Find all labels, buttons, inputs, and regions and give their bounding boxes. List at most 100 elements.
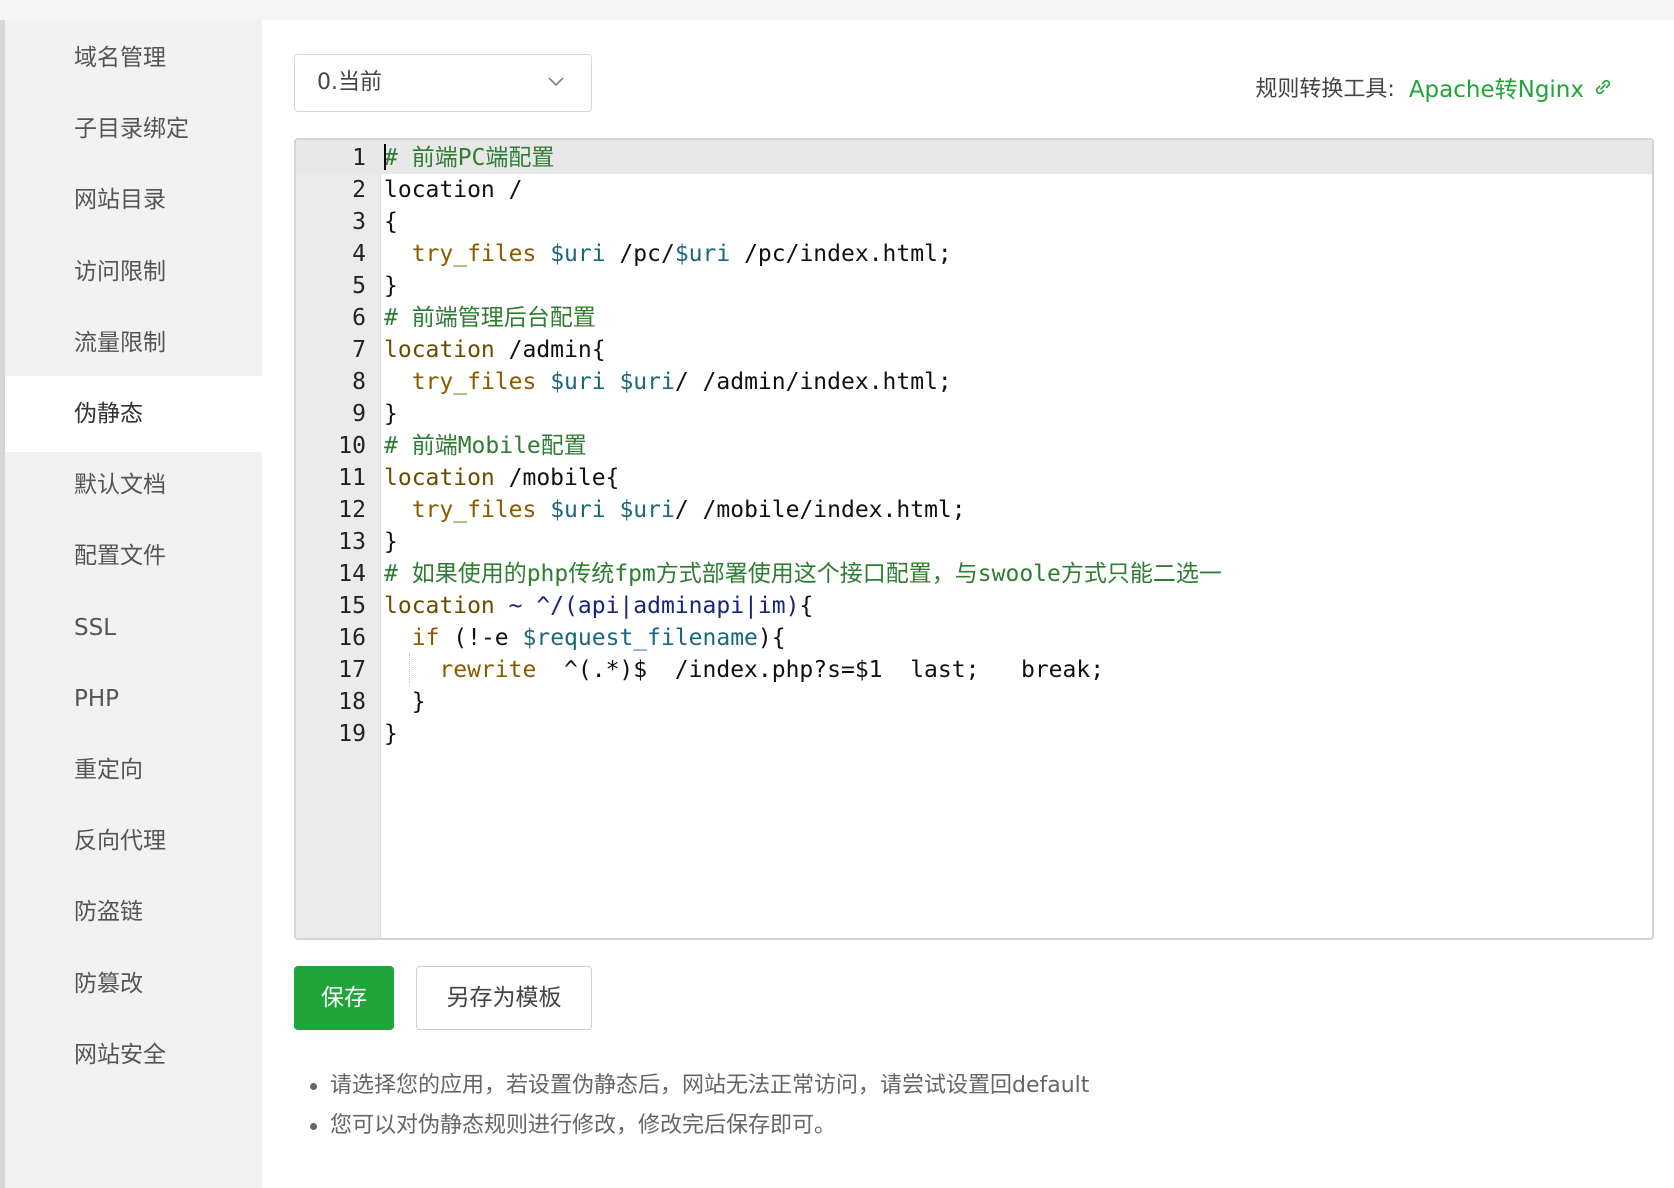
- line-number: 19: [338, 721, 366, 747]
- code-text: # 前端PC端配置: [384, 142, 554, 174]
- code-text: rewrite ^(.*)$ /index.php?s=$1 last; bre…: [384, 654, 1104, 686]
- code-line: 7 location /admin{: [296, 334, 1652, 366]
- sidebar-item[interactable]: 重定向: [5, 732, 262, 808]
- code-token: try_files: [411, 241, 537, 267]
- rewrite-template-select-value: 0.当前: [317, 70, 382, 95]
- sidebar-item[interactable]: SSL: [5, 590, 262, 666]
- line-number: 15: [338, 593, 366, 619]
- line-number: 11: [338, 465, 366, 491]
- code-token: }: [384, 529, 398, 555]
- code-line: 8 try_files $uri $uri/ /admin/index.html…: [296, 366, 1652, 398]
- rewrite-panel: 0.当前 规则转换工具: Apache转Nginx 1 # 前端PC端配置 2 loc…: [262, 20, 1674, 1188]
- code-line: 18 }: [296, 686, 1652, 718]
- rule-converter: 规则转换工具: Apache转Nginx: [1255, 70, 1614, 104]
- code-token: {: [799, 593, 814, 619]
- sidebar-item[interactable]: 流量限制: [5, 305, 262, 381]
- sidebar-item-label: 网站目录: [74, 187, 166, 214]
- code-line: 11 location /mobile{: [296, 462, 1652, 494]
- code-token: # 前端PC端配置: [384, 145, 555, 171]
- code-token: # 前端Mobile配置: [384, 433, 587, 459]
- code-line: 13}: [296, 526, 1652, 558]
- sidebar-item[interactable]: 伪静态: [5, 376, 262, 452]
- rewrite-template-select[interactable]: 0.当前: [294, 54, 592, 112]
- sidebar-item[interactable]: 域名管理: [5, 20, 262, 96]
- sidebar-item[interactable]: 网站安全: [5, 1017, 262, 1093]
- code-line: 3{: [296, 206, 1652, 238]
- code-token: $uri: [674, 241, 731, 267]
- code-lines: 1 # 前端PC端配置 2 location /3{4 try_files $uri …: [296, 140, 1652, 750]
- code-token: }: [384, 721, 398, 747]
- line-number: 10: [338, 433, 366, 459]
- rewrite-rule-editor[interactable]: 1 # 前端PC端配置 2 location /3{4 try_files $uri …: [294, 138, 1654, 940]
- line-number: 3: [352, 209, 366, 235]
- line-number: 18: [338, 689, 366, 715]
- sidebar-item-label: 配置文件: [74, 543, 166, 570]
- code-token: /pc/: [605, 241, 675, 267]
- code-text: }: [384, 398, 398, 430]
- code-token: / /admin/index.html;: [674, 369, 952, 395]
- line-number: 13: [338, 529, 366, 555]
- sidebar-item-label: 域名管理: [74, 45, 166, 71]
- chevron-down-icon: [548, 77, 564, 87]
- code-line: 2 location /: [296, 174, 1652, 206]
- line-number: 14: [338, 561, 366, 587]
- link-icon[interactable]: [1592, 76, 1614, 98]
- sidebar-item[interactable]: 网站目录: [5, 162, 262, 238]
- code-line: 1 # 前端PC端配置: [296, 142, 1652, 174]
- top-bar: [0, 0, 1674, 21]
- line-number: 1: [352, 145, 366, 171]
- code-line: 14 # 如果使用的php传统fpm方式部署使用这个接口配置，与swoole方式只…: [296, 558, 1652, 590]
- line-number: 12: [338, 497, 366, 523]
- code-text: {: [384, 206, 398, 238]
- code-token: try_files: [411, 497, 537, 523]
- sidebar-item[interactable]: 防盗链: [5, 874, 262, 950]
- sidebar-item[interactable]: PHP: [5, 661, 262, 737]
- line-number: 4: [352, 241, 366, 267]
- code-token: /admin{: [494, 337, 606, 363]
- sidebar-item[interactable]: 子目录绑定: [5, 91, 262, 167]
- sidebar-item-label: 防盗链: [74, 899, 143, 926]
- sidebar-item[interactable]: 反向代理: [5, 803, 262, 879]
- code-line: 15 location ~ ^/(api|adminapi|im){: [296, 590, 1652, 622]
- code-token: location: [384, 337, 495, 363]
- code-line: 17 rewrite ^(.*)$ /index.php?s=$1 last; …: [296, 654, 1652, 686]
- code-token: $request_filename: [522, 625, 758, 651]
- code-token: if: [411, 625, 440, 651]
- sidebar-item[interactable]: 默认文档: [5, 447, 262, 523]
- save-button[interactable]: 保存: [294, 966, 394, 1030]
- sidebar-item-label: 访问限制: [74, 258, 166, 285]
- save-as-template-button[interactable]: 另存为模板: [416, 966, 592, 1030]
- code-token: ~ ^/(api|adminapi|im): [508, 593, 800, 619]
- help-tip-text: 请选择您的应用，若设置伪静态后，网站无法正常访问，请尝试设置回default: [330, 1073, 1090, 1098]
- sidebar-item[interactable]: 配置文件: [5, 518, 262, 594]
- sidebar-item-label: 反向代理: [74, 828, 166, 855]
- bullet-icon: [310, 1083, 317, 1090]
- code-text: location ~ ^/(api|adminapi|im){: [384, 590, 813, 622]
- sidebar-item-label: 重定向: [74, 757, 143, 783]
- code-text: if (!-e $request_filename){: [384, 622, 786, 654]
- code-text: # 前端Mobile配置: [384, 430, 587, 462]
- help-tip: 请选择您的应用，若设置伪静态后，网站无法正常访问，请尝试设置回default: [302, 1066, 1089, 1106]
- code-token: $uri: [619, 497, 675, 523]
- code-text: try_files $uri $uri/ /admin/index.html;: [384, 366, 952, 398]
- sidebar-item[interactable]: 访问限制: [5, 234, 262, 310]
- code-text: try_files $uri $uri/ /mobile/index.html;: [384, 494, 966, 526]
- sidebar-item-label: 子目录绑定: [74, 116, 189, 143]
- line-number: 7: [352, 337, 366, 363]
- line-number: 5: [352, 273, 366, 299]
- sidebar-item[interactable]: 防篡改: [5, 946, 262, 1022]
- code-line: 4 try_files $uri /pc/$uri /pc/index.html…: [296, 238, 1652, 270]
- line-number: 9: [352, 401, 366, 427]
- apache-to-nginx-link[interactable]: Apache转Nginx: [1409, 70, 1584, 104]
- code-token: ^(.*)$ /index.php?s=$1 last; break;: [536, 657, 1105, 683]
- sidebar-item-label: 伪静态: [74, 401, 143, 427]
- code-token: }: [384, 689, 426, 715]
